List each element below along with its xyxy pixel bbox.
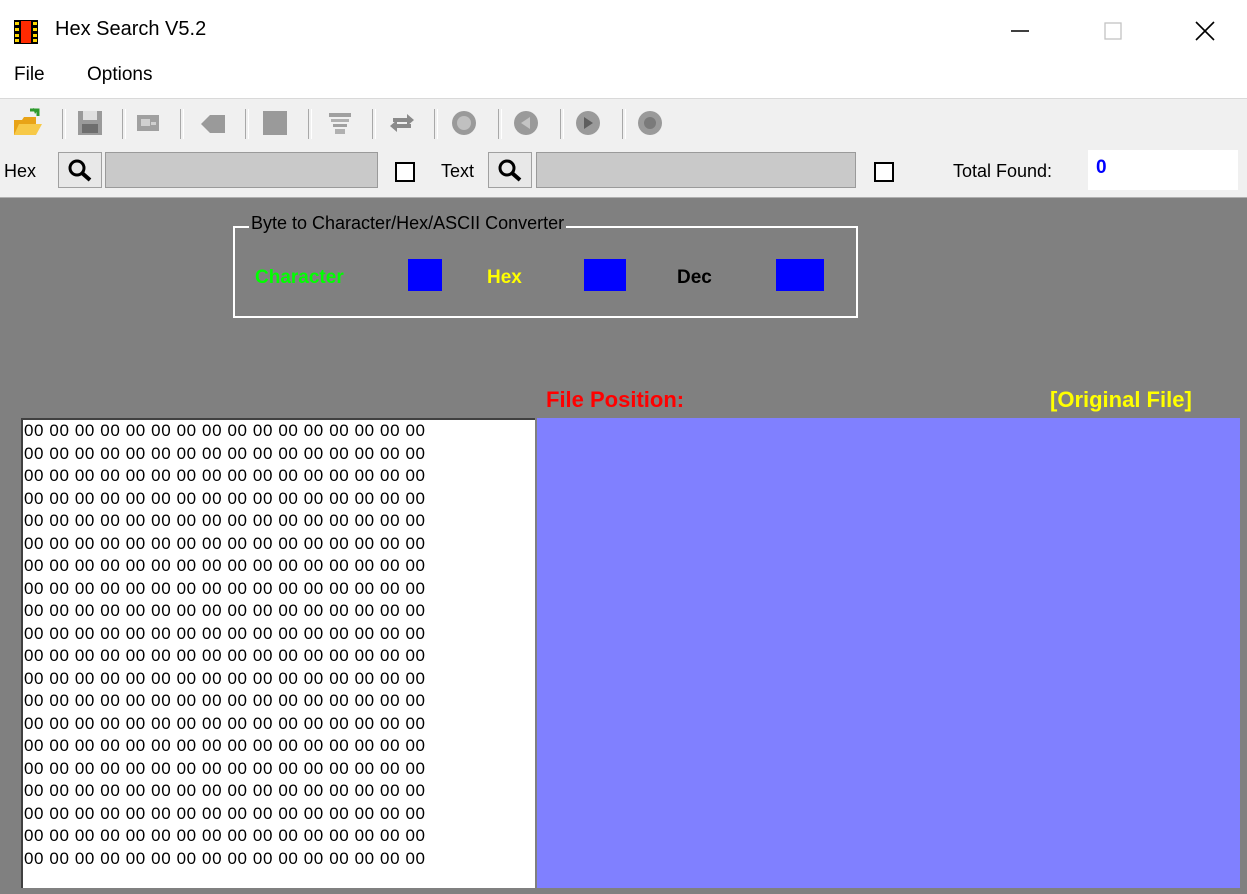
toolbar-separator — [498, 109, 502, 139]
total-found-value: 0 — [1088, 150, 1238, 190]
magnifier-icon — [498, 159, 522, 182]
replace-button[interactable] — [195, 105, 231, 141]
ascii-view-panel[interactable] — [537, 418, 1240, 888]
hex-line[interactable]: 00 00 00 00 00 00 00 00 00 00 00 00 00 0… — [23, 533, 535, 556]
open-folder-icon — [14, 108, 42, 135]
text-search-label: Text — [441, 161, 475, 181]
toolbar-separator — [372, 109, 376, 139]
find-icon — [137, 115, 159, 131]
stop-button[interactable] — [257, 105, 293, 141]
hex-line[interactable]: 00 00 00 00 00 00 00 00 00 00 00 00 00 0… — [23, 578, 535, 601]
toolbar — [0, 99, 1247, 148]
last-button[interactable] — [632, 105, 668, 141]
close-icon — [1195, 21, 1215, 41]
total-found-label: Total Found: — [953, 161, 1053, 181]
close-button[interactable] — [1170, 8, 1240, 54]
hex-line[interactable]: 00 00 00 00 00 00 00 00 00 00 00 00 00 0… — [23, 420, 535, 443]
toolbar-separator — [180, 109, 184, 139]
menu-bar: File Options — [0, 62, 1247, 99]
title-bar: Hex Search V5.2 — [0, 0, 1247, 62]
converter-title: Byte to Character/Hex/ASCII Converter — [249, 213, 567, 234]
hex-line[interactable]: 00 00 00 00 00 00 00 00 00 00 00 00 00 0… — [23, 848, 535, 871]
text-search-button[interactable] — [488, 152, 532, 188]
stop-icon — [263, 111, 287, 135]
file-mode-label: [Original File] — [1050, 387, 1192, 412]
hex-converter-label: Hex — [487, 267, 522, 288]
hex-search-checkbox[interactable] — [395, 162, 415, 182]
minimize-icon — [1011, 30, 1029, 32]
hex-line[interactable]: 00 00 00 00 00 00 00 00 00 00 00 00 00 0… — [23, 668, 535, 691]
magnifier-icon — [68, 159, 92, 182]
menu-file[interactable]: File — [14, 64, 45, 86]
hex-line[interactable]: 00 00 00 00 00 00 00 00 00 00 00 00 00 0… — [23, 623, 535, 646]
bytes-icon — [329, 113, 351, 134]
character-label: Character — [255, 267, 344, 288]
character-value-box — [408, 259, 442, 291]
refresh-icon — [390, 114, 414, 132]
next-icon — [576, 111, 600, 135]
first-icon — [452, 111, 476, 135]
window-title: Hex Search V5.2 — [55, 18, 207, 40]
film-strip-icon — [14, 20, 38, 44]
text-search-checkbox[interactable] — [874, 162, 894, 182]
hex-line[interactable]: 00 00 00 00 00 00 00 00 00 00 00 00 00 0… — [23, 443, 535, 466]
toolbar-separator — [62, 109, 66, 139]
hex-value-box — [584, 259, 626, 291]
toolbar-separator — [560, 109, 564, 139]
hex-line[interactable]: 00 00 00 00 00 00 00 00 00 00 00 00 00 0… — [23, 465, 535, 488]
hex-line[interactable]: 00 00 00 00 00 00 00 00 00 00 00 00 00 0… — [23, 645, 535, 668]
open-file-button[interactable] — [10, 105, 46, 141]
hex-line[interactable]: 00 00 00 00 00 00 00 00 00 00 00 00 00 0… — [23, 690, 535, 713]
previous-icon — [514, 111, 538, 135]
hex-line[interactable]: 00 00 00 00 00 00 00 00 00 00 00 00 00 0… — [23, 713, 535, 736]
maximize-icon — [1104, 22, 1122, 40]
search-bar: Hex Text Total Found: 0 — [0, 147, 1247, 198]
toolbar-separator — [245, 109, 249, 139]
hex-line[interactable]: 00 00 00 00 00 00 00 00 00 00 00 00 00 0… — [23, 510, 535, 533]
save-file-button[interactable] — [72, 105, 108, 141]
menu-options[interactable]: Options — [87, 64, 152, 86]
toolbar-separator — [308, 109, 312, 139]
first-button[interactable] — [446, 105, 482, 141]
replace-icon — [201, 115, 225, 133]
last-icon — [638, 111, 662, 135]
minimize-button[interactable] — [985, 8, 1055, 54]
hex-search-button[interactable] — [58, 152, 102, 188]
toolbar-separator — [622, 109, 626, 139]
find-button[interactable] — [130, 105, 166, 141]
toolbar-separator — [122, 109, 126, 139]
hex-line[interactable]: 00 00 00 00 00 00 00 00 00 00 00 00 00 0… — [23, 488, 535, 511]
refresh-button[interactable] — [384, 105, 420, 141]
text-search-input[interactable] — [536, 152, 856, 188]
next-button[interactable] — [570, 105, 606, 141]
hex-line[interactable]: 00 00 00 00 00 00 00 00 00 00 00 00 00 0… — [23, 758, 535, 781]
previous-button[interactable] — [508, 105, 544, 141]
dec-label: Dec — [677, 267, 712, 288]
maximize-button[interactable] — [1078, 8, 1148, 54]
save-disk-icon — [78, 111, 102, 135]
hex-search-input[interactable] — [105, 152, 378, 188]
hex-view-panel[interactable]: 00 00 00 00 00 00 00 00 00 00 00 00 00 0… — [21, 418, 535, 888]
hex-line[interactable]: 00 00 00 00 00 00 00 00 00 00 00 00 00 0… — [23, 780, 535, 803]
toolbar-separator — [434, 109, 438, 139]
hex-line[interactable]: 00 00 00 00 00 00 00 00 00 00 00 00 00 0… — [23, 735, 535, 758]
bytes-button[interactable] — [322, 105, 358, 141]
hex-search-label: Hex — [4, 161, 37, 181]
file-position-label: File Position: — [546, 387, 685, 412]
app-window: Hex Search V5.2 File Options Hex Text To… — [0, 0, 1247, 894]
hex-line[interactable]: 00 00 00 00 00 00 00 00 00 00 00 00 00 0… — [23, 803, 535, 826]
hex-line[interactable]: 00 00 00 00 00 00 00 00 00 00 00 00 00 0… — [23, 555, 535, 578]
hex-line[interactable]: 00 00 00 00 00 00 00 00 00 00 00 00 00 0… — [23, 600, 535, 623]
hex-line[interactable]: 00 00 00 00 00 00 00 00 00 00 00 00 00 0… — [23, 825, 535, 848]
dec-value-box — [776, 259, 824, 291]
